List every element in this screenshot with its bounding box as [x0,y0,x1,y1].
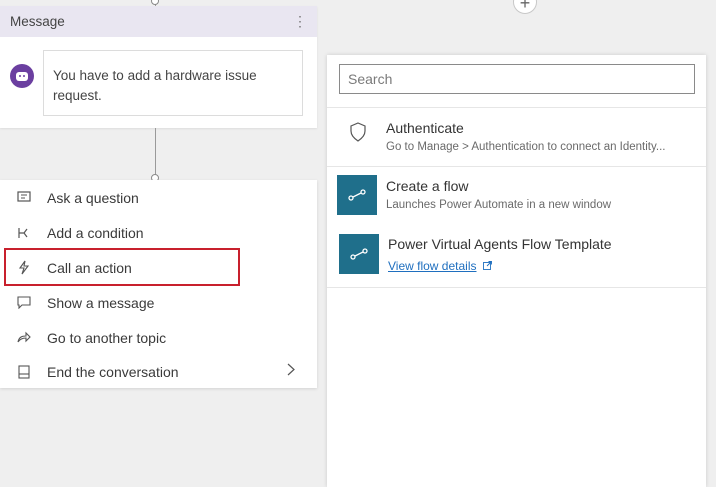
action-subtitle: Launches Power Automate in a new window [386,199,612,211]
link-label[interactable]: View flow details [388,259,477,273]
search-input[interactable] [339,64,695,94]
view-flow-details-link[interactable]: View flow details [388,259,492,273]
connector-line [155,128,156,176]
external-link-icon [480,259,492,273]
action-title: Power Virtual Agents Flow Template [388,236,612,252]
menu-item-label: Add a condition [47,224,144,241]
more-options-icon[interactable]: ⋮ [293,13,307,30]
menu-item-show-message[interactable]: Show a message [0,285,317,320]
question-bubble-icon [16,190,32,206]
message-node-title: Message [10,14,65,29]
shield-icon [349,122,367,147]
bot-avatar-icon [10,64,34,88]
action-subtitle: Go to Manage > Authentication to connect… [386,141,666,153]
divider [327,287,706,288]
menu-item-add-condition[interactable]: Add a condition [0,215,317,250]
menu-item-label: Show a message [47,294,155,311]
connector-dot-top [151,0,159,5]
menu-item-go-to-topic[interactable]: Go to another topic [0,320,317,355]
menu-item-ask-question[interactable]: Ask a question [0,180,317,215]
action-title: Create a flow [386,178,469,194]
flow-icon [339,234,379,274]
message-text-box[interactable]: You have to add a hardware issue request… [43,50,303,116]
flow-icon [337,175,377,215]
branch-icon [16,225,32,241]
message-icon [16,295,32,311]
menu-item-end-conversation[interactable]: End the conversation [0,354,317,389]
menu-item-label: End the conversation [47,363,179,380]
action-pva-flow-template[interactable]: Power Virtual Agents Flow Template View … [327,225,706,283]
call-action-highlight-box [4,248,240,286]
message-node-header: Message ⋮ [0,6,317,37]
action-picker-panel: Authenticate Go to Manage > Authenticati… [327,55,706,487]
end-icon [16,364,32,380]
redirect-arrow-icon [16,330,32,346]
chevron-right-icon [287,363,295,379]
action-create-flow[interactable]: Create a flow Launches Power Automate in… [327,167,706,225]
add-node-button[interactable]: + [513,0,537,14]
action-title: Authenticate [386,120,464,136]
menu-item-label: Go to another topic [47,329,167,346]
action-authenticate[interactable]: Authenticate Go to Manage > Authenticati… [327,108,706,166]
message-node[interactable]: Message ⋮ You have to add a hardware iss… [0,6,317,128]
plus-icon: + [519,0,531,13]
menu-item-label: Ask a question [47,189,139,206]
